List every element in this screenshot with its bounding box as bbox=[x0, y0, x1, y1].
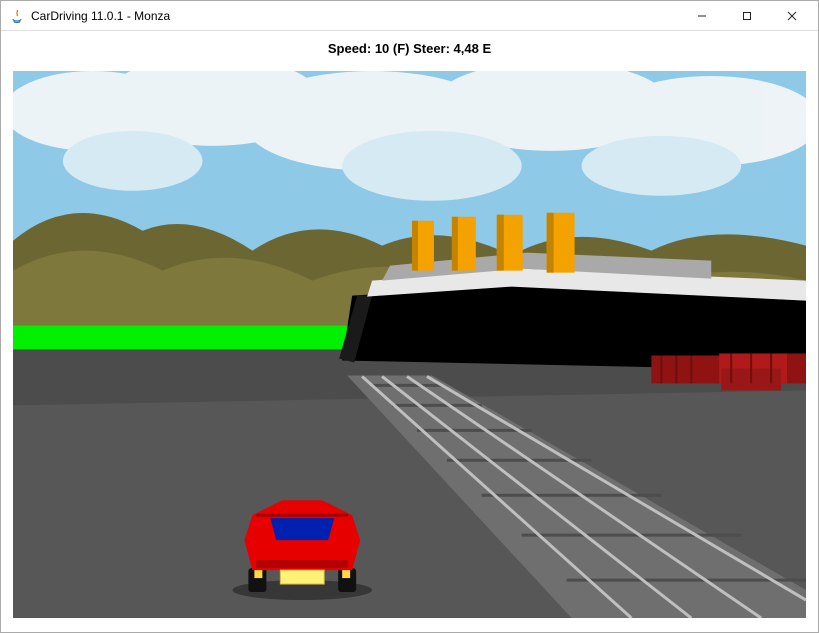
clouds bbox=[13, 71, 806, 201]
scene-canvas bbox=[13, 71, 806, 618]
window-title: CarDriving 11.0.1 - Monza bbox=[31, 9, 679, 23]
close-button[interactable] bbox=[769, 1, 814, 30]
window-controls bbox=[679, 1, 814, 30]
maximize-button[interactable] bbox=[724, 1, 769, 30]
titlebar[interactable]: CarDriving 11.0.1 - Monza bbox=[1, 1, 818, 31]
app-window: CarDriving 11.0.1 - Monza Speed: 10 (F) … bbox=[0, 0, 819, 633]
player-car bbox=[232, 500, 372, 600]
game-viewport[interactable] bbox=[13, 71, 806, 618]
hud-status: Speed: 10 (F) Steer: 4,48 E bbox=[1, 31, 818, 56]
java-icon bbox=[9, 8, 25, 24]
minimize-button[interactable] bbox=[679, 1, 724, 30]
client-area: Speed: 10 (F) Steer: 4,48 E bbox=[1, 31, 818, 632]
